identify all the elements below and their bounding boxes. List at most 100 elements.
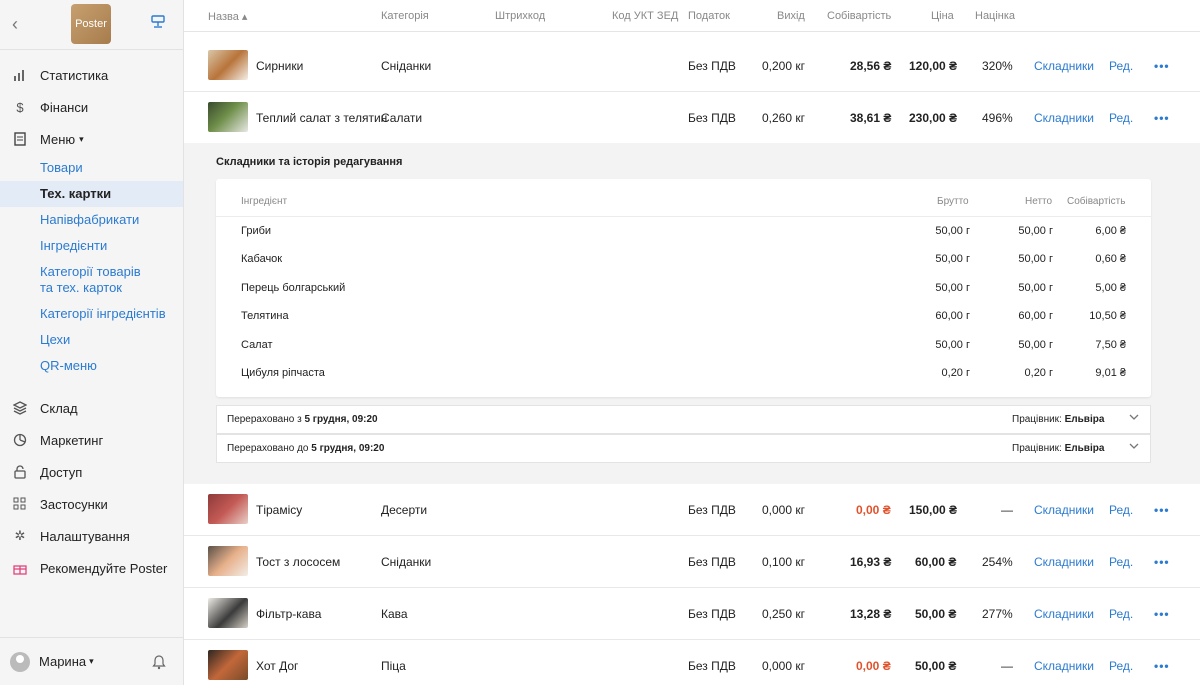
more-icon[interactable]: •••	[1154, 555, 1170, 569]
product-tax: Без ПДВ	[688, 659, 736, 673]
table-row[interactable]: Тірамісу Десерти Без ПДВ 0,000 кг 0,00 ₴…	[184, 484, 1200, 536]
col-ukt[interactable]: Код УКТ ЗЕД	[612, 10, 678, 22]
caret-icon: ▾	[89, 656, 94, 666]
bell-icon[interactable]	[152, 654, 166, 673]
worker-label: Працівник:	[1012, 443, 1062, 454]
ingredient-gross: 60,00 г	[935, 310, 970, 322]
submenu-workshops[interactable]: Цехи	[0, 327, 183, 353]
ingredient-row: Салат 50,00 г 50,00 г 7,50 ₴	[216, 331, 1151, 359]
more-icon[interactable]: •••	[1154, 607, 1170, 621]
nav-label: Доступ	[40, 464, 83, 480]
history-entry[interactable]: Перераховано з 5 грудня, 09:20 Працівник…	[216, 405, 1151, 434]
pos-terminal-icon[interactable]	[150, 14, 166, 33]
submenu-ingredients[interactable]: Інгредієнти	[0, 233, 183, 259]
col-yield[interactable]: Вихід	[777, 10, 805, 22]
col-category[interactable]: Категорія	[381, 10, 429, 22]
product-markup: 320%	[982, 59, 1013, 73]
nav-menu[interactable]: Меню ▾	[0, 123, 183, 155]
ingredients-link[interactable]: Складники	[1034, 111, 1094, 125]
nav-warehouse[interactable]: Склад	[0, 392, 183, 424]
nav-finance[interactable]: $ Фінанси	[0, 91, 183, 123]
product-tax: Без ПДВ	[688, 607, 736, 621]
product-name: Тост з лососем	[256, 555, 341, 569]
submenu-qr-menu[interactable]: QR-меню	[0, 353, 183, 379]
back-chevron-icon[interactable]: ‹	[12, 14, 18, 35]
col-name[interactable]: Назва ▴	[208, 10, 247, 23]
ingredient-name: Перець болгарський	[241, 282, 346, 294]
chevron-down-icon[interactable]	[1129, 441, 1139, 454]
product-name: Тірамісу	[256, 503, 303, 517]
ingredients-link[interactable]: Складники	[1034, 59, 1094, 73]
edit-link[interactable]: Ред.	[1109, 111, 1133, 125]
submenu-semi-finished[interactable]: Напівфабрикати	[0, 207, 183, 233]
col-markup[interactable]: Націнка	[975, 10, 1015, 22]
col-barcode[interactable]: Штрихкод	[495, 10, 545, 22]
submenu-ingredient-categories[interactable]: Категорії інгредієнтів	[0, 301, 183, 327]
product-name: Теплий салат з телятин	[256, 111, 388, 125]
product-yield: 0,200 кг	[762, 59, 805, 73]
product-name: Фільтр-кава	[256, 607, 322, 621]
edit-link[interactable]: Ред.	[1109, 607, 1133, 621]
nav-label: Рекомендуйте Poster	[40, 560, 168, 576]
table-row[interactable]: Сирники Сніданки Без ПДВ 0,200 кг 28,56 …	[184, 40, 1200, 92]
ingredient-row: Гриби 50,00 г 50,00 г 6,00 ₴	[216, 217, 1151, 245]
ingredient-row: Кабачок 50,00 г 50,00 г 0,60 ₴	[216, 245, 1151, 273]
history-prefix: Перераховано з	[227, 414, 302, 425]
submenu-product-categories[interactable]: Категорії товарів та тех. карток	[0, 259, 150, 301]
edit-link[interactable]: Ред.	[1109, 555, 1133, 569]
more-icon[interactable]: •••	[1154, 111, 1170, 125]
product-price: 50,00 ₴	[915, 659, 957, 673]
ingredient-name: Салат	[241, 339, 273, 351]
nav-access[interactable]: Доступ	[0, 456, 183, 488]
col-price[interactable]: Ціна	[931, 10, 954, 22]
more-icon[interactable]: •••	[1154, 503, 1170, 517]
user-name[interactable]: Марина	[39, 654, 86, 669]
product-name: Сирники	[256, 59, 304, 73]
logo-text: Poster	[75, 18, 107, 30]
table-row[interactable]: Хот Дог Піца Без ПДВ 0,000 кг 0,00 ₴ 50,…	[184, 640, 1200, 685]
ingredient-net: 50,00 г	[1018, 282, 1053, 294]
chevron-down-icon[interactable]	[1129, 412, 1139, 425]
submenu-tech-cards[interactable]: Тех. картки	[0, 181, 183, 207]
ingredient-name: Гриби	[241, 225, 272, 237]
table-row[interactable]: Теплий салат з телятин Салати Без ПДВ 0,…	[184, 92, 1200, 144]
lock-icon	[12, 464, 28, 480]
edit-link[interactable]: Ред.	[1109, 659, 1133, 673]
nav-apps[interactable]: Застосунки	[0, 488, 183, 520]
ingredients-link[interactable]: Складники	[1034, 659, 1094, 673]
history-date: 5 грудня, 09:20	[304, 414, 378, 425]
ingredients-link[interactable]: Складники	[1034, 503, 1094, 517]
ingredient-net: 50,00 г	[1018, 253, 1053, 265]
caret-icon: ▾	[79, 133, 84, 144]
ingredients-link[interactable]: Складники	[1034, 555, 1094, 569]
poster-logo[interactable]: Poster	[71, 4, 111, 44]
ingredient-net: 60,00 г	[1018, 310, 1053, 322]
col-tax[interactable]: Податок	[688, 10, 730, 22]
avatar[interactable]	[10, 651, 30, 672]
edit-link[interactable]: Ред.	[1109, 59, 1133, 73]
product-markup: —	[1001, 659, 1013, 673]
table-row[interactable]: Фільтр-кава Кава Без ПДВ 0,250 кг 13,28 …	[184, 588, 1200, 640]
nav-statistics[interactable]: Статистика	[0, 59, 183, 91]
col-cost[interactable]: Собівартість	[827, 10, 891, 22]
nav-label: Меню	[40, 131, 76, 147]
nav-recommend[interactable]: Рекомендуйте Poster	[0, 552, 183, 584]
product-yield: 0,000 кг	[762, 503, 805, 517]
ingredients-panel: Складники та історія редагування Інгреді…	[184, 143, 1200, 484]
more-icon[interactable]: •••	[1154, 659, 1170, 673]
grid-icon	[12, 496, 28, 512]
gear-icon: ✲	[14, 528, 26, 543]
nav-marketing[interactable]: Маркетинг	[0, 424, 183, 456]
history-label: Перераховано з 5 грудня, 09:20	[227, 414, 378, 425]
nav-settings[interactable]: ✲ Налаштування	[0, 520, 183, 552]
history-entry[interactable]: Перераховано до 5 грудня, 09:20 Працівни…	[216, 434, 1151, 463]
submenu-products[interactable]: Товари	[0, 155, 183, 181]
ingredient-cost: 6,00 ₴	[1095, 225, 1126, 237]
more-icon[interactable]: •••	[1154, 59, 1170, 73]
ingredients-link[interactable]: Складники	[1034, 607, 1094, 621]
product-markup: 496%	[982, 111, 1013, 125]
product-thumbnail	[208, 50, 248, 80]
edit-link[interactable]: Ред.	[1109, 503, 1133, 517]
nav-label: Фінанси	[40, 99, 89, 115]
table-row[interactable]: Тост з лососем Сніданки Без ПДВ 0,100 кг…	[184, 536, 1200, 588]
